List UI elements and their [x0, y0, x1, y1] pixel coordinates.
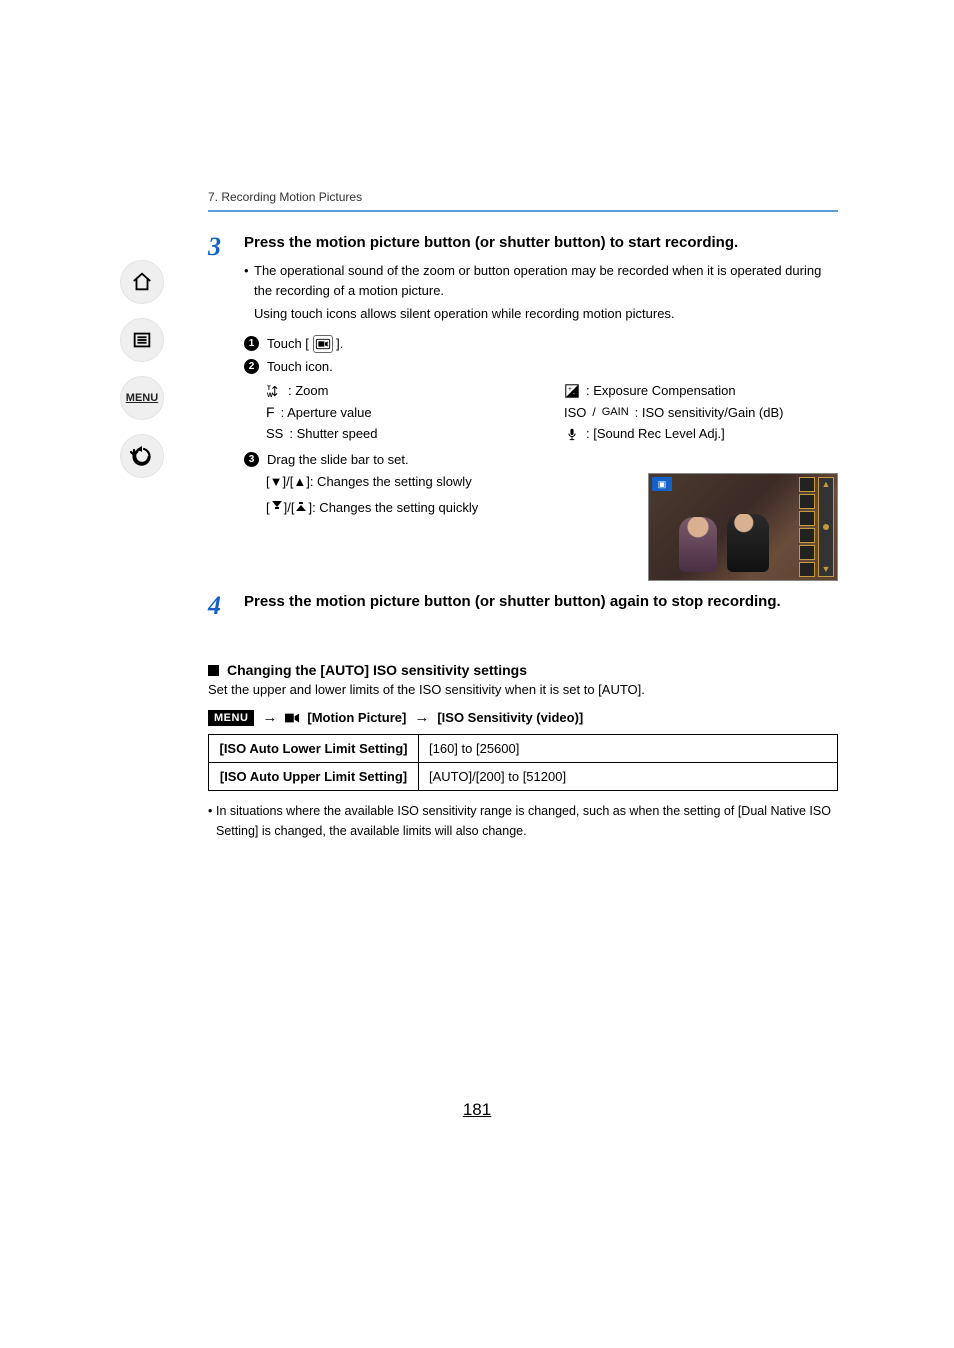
step-number: 3: [208, 234, 230, 581]
step-3-bullet-cont: Using touch icons allows silent operatio…: [244, 304, 838, 324]
menu-path-2: [ISO Sensitivity (video)]: [437, 710, 583, 725]
iso-section-title: Changing the [AUTO] ISO sensitivity sett…: [227, 662, 527, 678]
table-row: [ISO Auto Lower Limit Setting] [160] to …: [209, 735, 838, 763]
substep-1-text-a: Touch [: [267, 336, 309, 351]
down-big-icon: [270, 500, 284, 515]
iso-settings-table: [ISO Auto Lower Limit Setting] [160] to …: [208, 734, 838, 791]
svg-text:W: W: [267, 392, 273, 398]
fast-change-text: []/[]: Changes the setting quickly: [266, 499, 626, 517]
substep-3: 3 Drag the slide bar to set.: [244, 450, 838, 470]
iso-section-desc: Set the upper and lower limits of the IS…: [208, 682, 838, 697]
up-big-icon: [294, 500, 308, 515]
sound-label: : [Sound Rec Level Adj.]: [586, 426, 725, 441]
iso-lower-key: [ISO Auto Lower Limit Setting]: [209, 735, 419, 763]
table-row: [ISO Auto Upper Limit Setting] [AUTO]/[2…: [209, 763, 838, 791]
gain-icon: GAIN: [602, 406, 629, 418]
toc-icon[interactable]: [120, 318, 164, 362]
motion-picture-menu-icon: [285, 712, 299, 724]
slow-change-text: [▼]/[▲]: Changes the setting slowly: [266, 473, 626, 491]
home-icon[interactable]: [120, 260, 164, 304]
svg-text:+: +: [568, 386, 572, 393]
menu-badge-icon: MENU: [208, 710, 254, 726]
shutter-icon: SS: [266, 426, 283, 441]
exposure-label: : Exposure Compensation: [586, 383, 736, 398]
up-small-icon: ▲: [293, 473, 306, 491]
substep-1: 1 Touch [ ].: [244, 334, 838, 354]
substep-3-text: Drag the slide bar to set.: [267, 450, 409, 470]
menu-path-1: [Motion Picture]: [307, 710, 406, 725]
arrow-icon: →: [262, 709, 277, 726]
circled-1-icon: 1: [244, 336, 259, 351]
exposure-comp-icon: +-: [564, 383, 580, 399]
movie-overlay-icon: ▣: [652, 477, 672, 491]
circled-3-icon: 3: [244, 452, 259, 467]
movie-tab-icon: [313, 335, 333, 353]
step-3-bullet: The operational sound of the zoom or but…: [244, 261, 838, 300]
svg-text:-: -: [573, 391, 575, 398]
down-small-icon: ▼: [270, 473, 283, 491]
iso-icon: ISO: [564, 405, 586, 420]
iso-note: In situations where the available ISO se…: [208, 801, 838, 841]
aperture-icon: F: [266, 404, 275, 420]
touch-icon-legend: TW : Zoom +- : Exposure Compensation F :…: [266, 383, 838, 442]
iso-upper-key: [ISO Auto Upper Limit Setting]: [209, 763, 419, 791]
step-4: 4 Press the motion picture button (or sh…: [208, 593, 838, 620]
circled-2-icon: 2: [244, 359, 259, 374]
square-bullet-icon: [208, 665, 219, 676]
sidebar: MENU: [120, 260, 164, 478]
menu-path: MENU → [Motion Picture] → [ISO Sensitivi…: [208, 709, 838, 726]
page-number[interactable]: 181: [0, 1100, 954, 1120]
back-icon[interactable]: [120, 434, 164, 478]
zoom-label: : Zoom: [288, 383, 328, 398]
substep-2: 2 Touch icon.: [244, 357, 838, 377]
shutter-label: : Shutter speed: [289, 426, 377, 441]
step-3: 3 Press the motion picture button (or sh…: [208, 234, 838, 581]
aperture-label: : Aperture value: [281, 405, 372, 420]
step-4-title: Press the motion picture button (or shut…: [244, 593, 838, 610]
chapter-title: 7. Recording Motion Pictures: [208, 190, 838, 212]
step-number: 4: [208, 593, 230, 620]
menu-icon[interactable]: MENU: [120, 376, 164, 420]
example-screenshot: ▣ ▲▼: [648, 473, 838, 581]
substep-1-text-b: ].: [336, 336, 343, 351]
svg-text:T: T: [267, 385, 271, 392]
page-content: 7. Recording Motion Pictures 3 Press the…: [208, 190, 838, 841]
mic-icon: [564, 426, 580, 442]
iso-lower-val: [160] to [25600]: [419, 735, 838, 763]
zoom-icon: TW: [266, 383, 282, 399]
step-3-title: Press the motion picture button (or shut…: [244, 234, 838, 251]
arrow-icon: →: [414, 709, 429, 726]
iso-label: : ISO sensitivity/Gain (dB): [635, 405, 784, 420]
iso-upper-val: [AUTO]/[200] to [51200]: [419, 763, 838, 791]
iso-section-header: Changing the [AUTO] ISO sensitivity sett…: [208, 662, 838, 678]
substep-2-text: Touch icon.: [267, 357, 333, 377]
